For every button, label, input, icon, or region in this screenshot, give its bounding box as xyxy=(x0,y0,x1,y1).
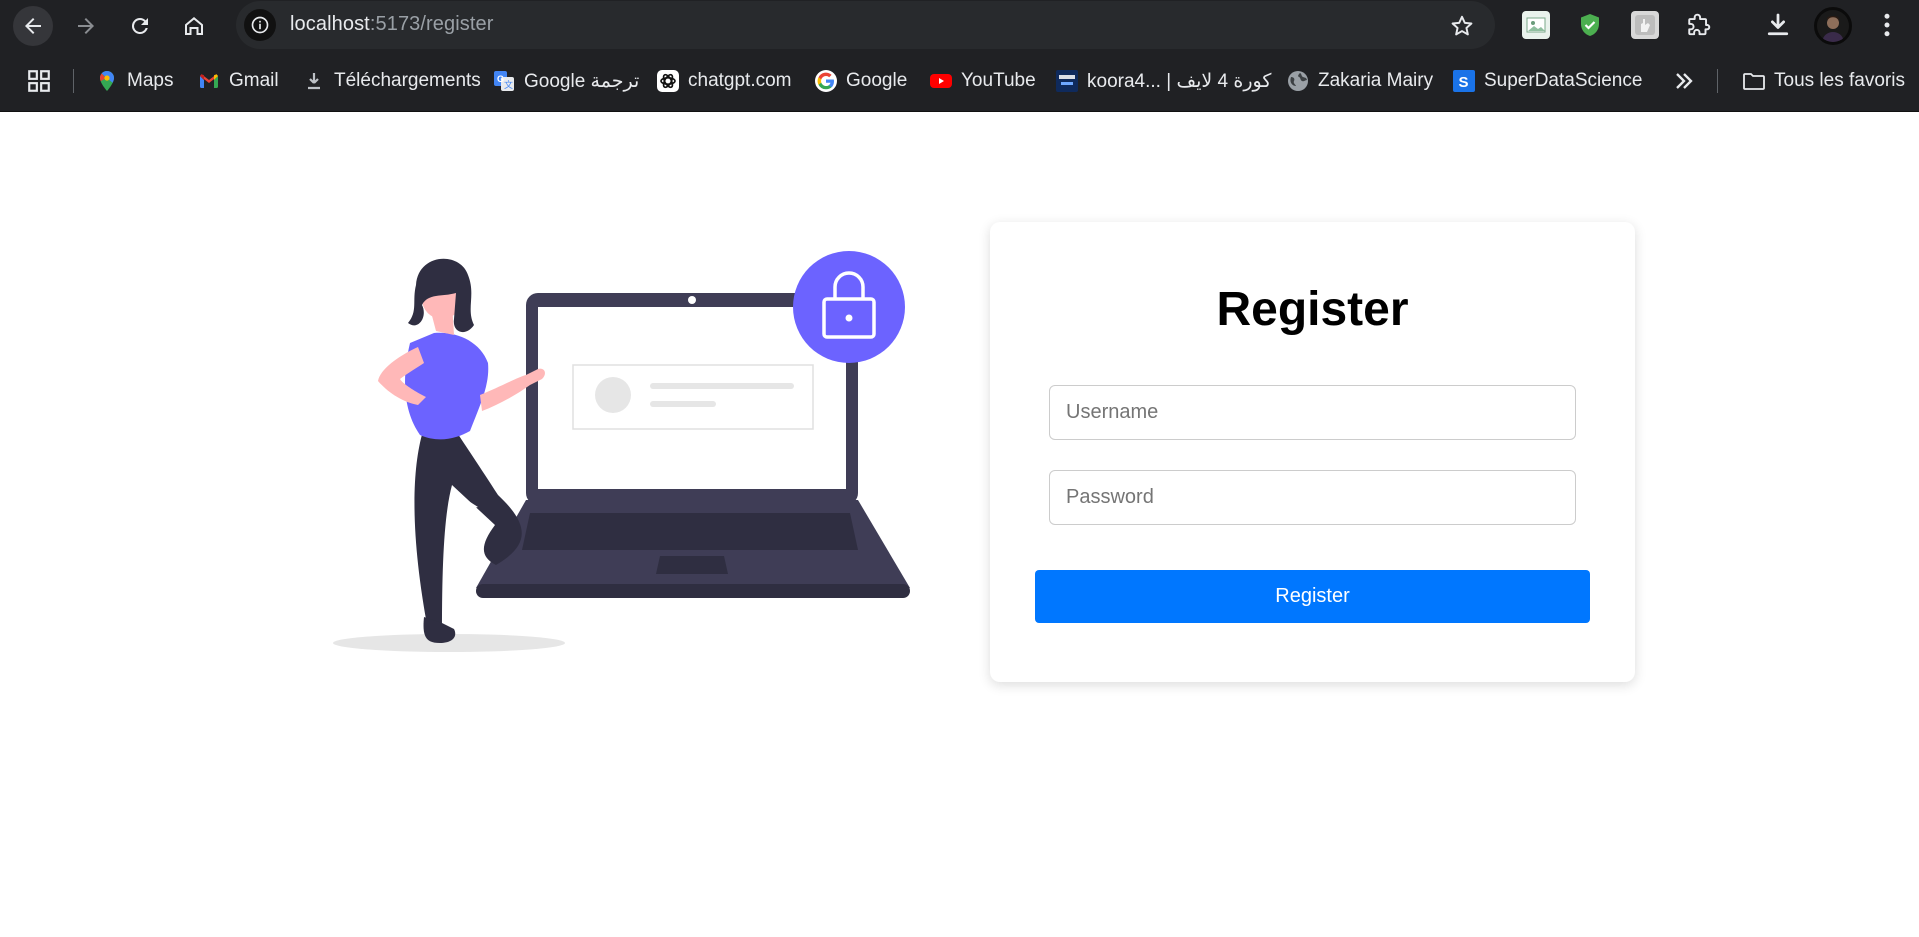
bookmark-chatgpt[interactable]: chatgpt.com xyxy=(656,65,792,97)
extension-3-button[interactable] xyxy=(1631,11,1659,39)
apps-grid-icon[interactable] xyxy=(26,68,52,94)
extension-image-icon xyxy=(1526,17,1546,33)
maps-pin-icon xyxy=(95,69,119,93)
avatar-icon xyxy=(1817,10,1849,42)
extension-hand-icon xyxy=(1635,15,1655,35)
extension-1-button[interactable] xyxy=(1522,11,1550,39)
folder-icon xyxy=(1742,69,1766,93)
chatgpt-icon xyxy=(656,69,680,93)
password-input[interactable] xyxy=(1049,470,1576,525)
bookmarks-divider xyxy=(1717,69,1718,93)
puzzle-icon xyxy=(1688,13,1711,36)
url-path: :5173/register xyxy=(369,13,494,35)
bookmark-label: koora4... | كورة 4 لايف xyxy=(1087,70,1272,92)
bookmark-label: Gmail xyxy=(229,70,279,91)
bookmark-koora[interactable]: koora4... | كورة 4 لايف xyxy=(1055,65,1271,97)
browser-toolbar: localhost:5173/register xyxy=(0,0,1919,50)
bookmark-google[interactable]: Google xyxy=(814,65,907,97)
page-title: Register xyxy=(1216,283,1409,336)
bookmark-label: Google ترجمة xyxy=(524,70,640,92)
info-icon xyxy=(251,16,269,34)
url-text[interactable]: localhost:5173/register xyxy=(290,13,494,36)
bookmark-label: Zakaria Mairy xyxy=(1318,70,1434,91)
bookmarks-divider xyxy=(73,69,74,93)
home-button[interactable] xyxy=(174,6,214,46)
site-info-button[interactable] xyxy=(244,9,276,41)
bookmark-google-translate[interactable]: G文 Google ترجمة xyxy=(492,65,639,97)
kebab-menu-icon[interactable] xyxy=(1872,10,1902,40)
back-arrow-icon xyxy=(25,18,41,34)
download-icon xyxy=(302,69,326,93)
superdatascience-icon: S xyxy=(1452,69,1476,93)
username-input[interactable] xyxy=(1049,385,1576,440)
reload-icon xyxy=(131,17,148,34)
bookmark-telechargements[interactable]: Téléchargements xyxy=(302,65,481,97)
google-translate-icon: G文 xyxy=(492,69,516,93)
svg-text:S: S xyxy=(1459,74,1469,91)
register-button[interactable]: Register xyxy=(1035,570,1590,623)
padlock-icon xyxy=(793,251,905,363)
bookmark-gmail[interactable]: Gmail xyxy=(197,65,279,97)
bookmarks-bar: Maps Gmail Téléchargements G文 Google ترج… xyxy=(0,50,1919,112)
bookmark-label: chatgpt.com xyxy=(688,70,792,91)
extensions-menu-button[interactable] xyxy=(1685,11,1713,39)
bookmark-superdatascience[interactable]: S SuperDataScience xyxy=(1452,65,1642,97)
profile-avatar[interactable] xyxy=(1814,7,1852,45)
bookmark-zakaria-mairy[interactable]: Zakaria Mairy xyxy=(1286,65,1433,97)
svg-text:文: 文 xyxy=(504,79,513,91)
chevron-double-right-icon[interactable] xyxy=(1670,67,1698,95)
all-bookmarks-folder[interactable]: Tous les favoris xyxy=(1742,65,1905,97)
reload-button[interactable] xyxy=(120,6,160,46)
youtube-icon xyxy=(929,69,953,93)
bookmark-label: SuperDataScience xyxy=(1484,70,1643,91)
bookmark-label: Google xyxy=(846,70,908,91)
svg-text:G: G xyxy=(497,74,504,84)
bookmark-label: YouTube xyxy=(961,70,1036,91)
bookmark-label: Maps xyxy=(127,70,174,91)
globe-icon xyxy=(1286,69,1310,93)
download-icon[interactable] xyxy=(1763,10,1793,40)
register-card: Register Register xyxy=(990,222,1635,682)
home-icon xyxy=(185,17,203,35)
koora-icon xyxy=(1055,69,1079,93)
address-bar[interactable]: localhost:5173/register xyxy=(236,1,1495,49)
shield-check-icon xyxy=(1581,14,1599,36)
forward-arrow-icon xyxy=(78,18,94,34)
extension-shield-button[interactable] xyxy=(1576,11,1604,39)
bookmark-youtube[interactable]: YouTube xyxy=(929,65,1036,97)
bookmark-maps[interactable]: Maps xyxy=(95,65,173,97)
star-icon[interactable] xyxy=(1449,13,1475,39)
gmail-icon xyxy=(197,69,221,93)
google-icon xyxy=(814,69,838,93)
url-host: localhost xyxy=(290,13,370,35)
bookmark-label: Tous les favoris xyxy=(1774,70,1905,91)
forward-button[interactable] xyxy=(66,6,106,46)
back-button[interactable] xyxy=(13,6,53,46)
login-security-illustration xyxy=(333,251,910,652)
bookmark-label: Téléchargements xyxy=(334,70,481,91)
